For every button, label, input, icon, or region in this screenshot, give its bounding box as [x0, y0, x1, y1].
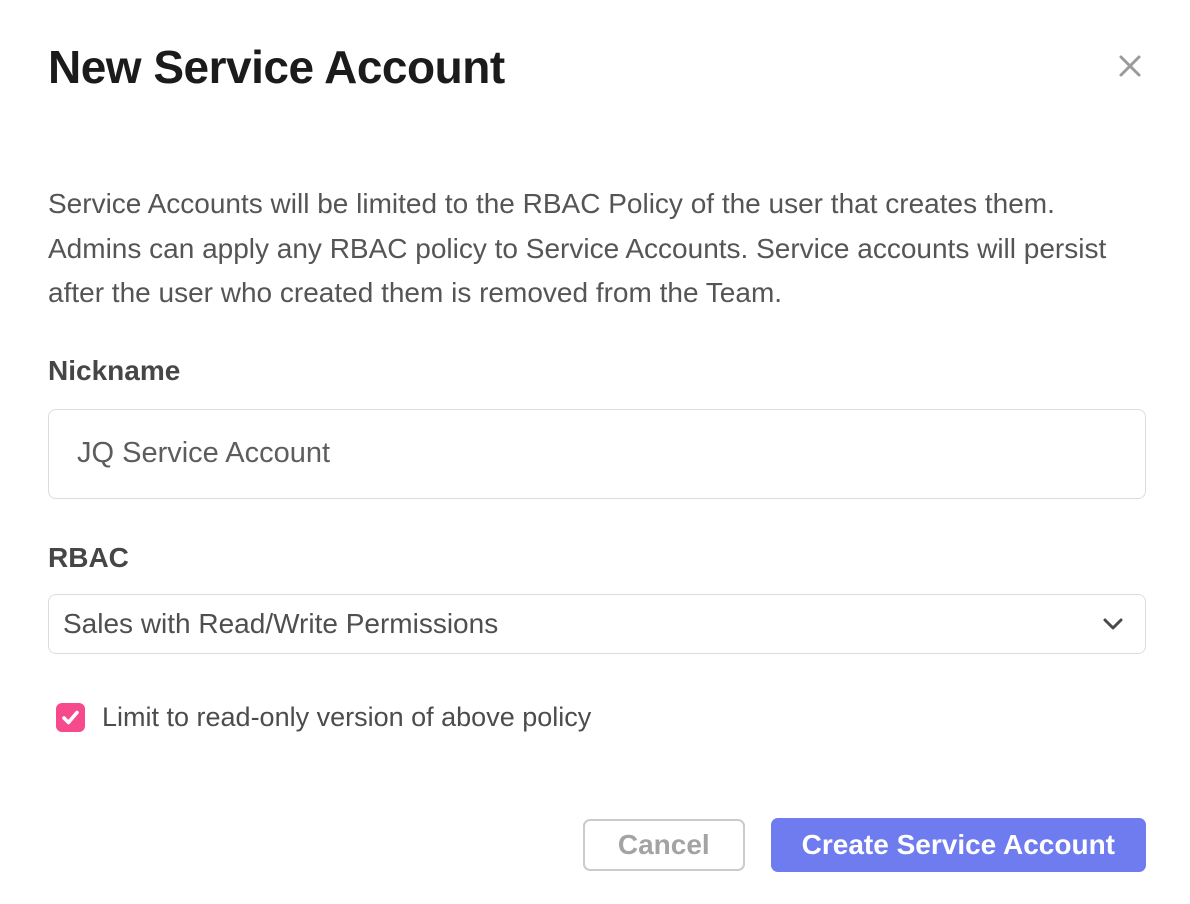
rbac-selected-option: Sales with Read/Write Permissions — [63, 608, 498, 640]
nickname-input[interactable] — [48, 409, 1146, 499]
readonly-checkbox-label: Limit to read-only version of above poli… — [102, 702, 591, 733]
rbac-select[interactable]: Sales with Read/Write Permissions — [48, 594, 1146, 654]
checkmark-icon — [60, 707, 81, 728]
cancel-button[interactable]: Cancel — [583, 819, 745, 871]
create-service-account-button[interactable]: Create Service Account — [771, 818, 1146, 872]
modal-title: New Service Account — [48, 40, 1146, 94]
new-service-account-modal: New Service Account Service Accounts wil… — [0, 0, 1190, 904]
chevron-down-icon — [1101, 616, 1125, 632]
close-icon — [1114, 50, 1146, 82]
rbac-label: RBAC — [48, 541, 1146, 574]
modal-description: Service Accounts will be limited to the … — [48, 182, 1146, 316]
close-button[interactable] — [1110, 46, 1150, 86]
readonly-checkbox[interactable] — [56, 703, 85, 732]
readonly-checkbox-row[interactable]: Limit to read-only version of above poli… — [56, 702, 1146, 733]
modal-footer: Cancel Create Service Account — [583, 818, 1146, 872]
nickname-label: Nickname — [48, 354, 1146, 387]
